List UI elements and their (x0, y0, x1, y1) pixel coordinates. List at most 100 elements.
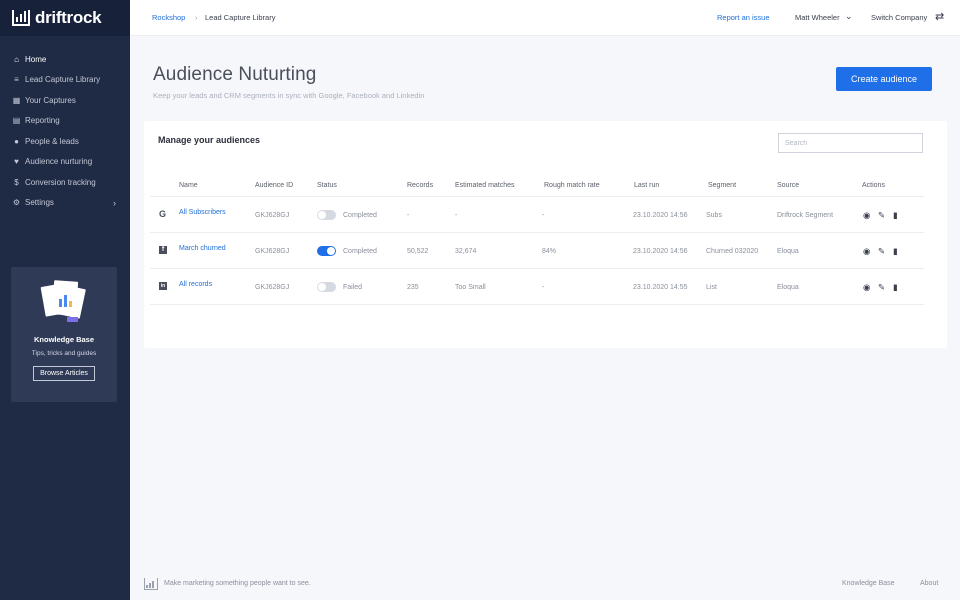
people-icon: ● (14, 136, 19, 146)
footer-about-link[interactable]: About (920, 580, 938, 587)
view-icon[interactable]: ◉ (863, 246, 870, 257)
edit-icon[interactable]: ✎ (878, 282, 885, 293)
segment: Subs (706, 212, 722, 219)
sidebar-item-label: Lead Capture Library (25, 75, 101, 85)
filter-icon: ≡ (14, 75, 19, 85)
sidebar-item-label: Your Captures (25, 95, 76, 105)
source: Eloqua (777, 248, 799, 255)
source: Driftrock Segment (777, 212, 834, 219)
grid-icon: ▦ (12, 95, 21, 105)
gear-icon: ⚙ (12, 198, 21, 208)
edit-icon[interactable]: ✎ (878, 210, 885, 221)
status-toggle[interactable] (317, 210, 336, 220)
report-issue-link[interactable]: Report an issue (717, 13, 770, 22)
column-header-actions: Actions (862, 182, 885, 189)
dollar-icon: $ (14, 177, 19, 187)
column-header-source: Source (777, 182, 800, 189)
rough-match-rate: 84% (542, 248, 557, 255)
audience-id: GKJ628GJ (255, 212, 290, 219)
audience-id: GKJ628GJ (255, 248, 290, 255)
sidebar-item-people-leads[interactable]: ● People & leads (0, 131, 130, 152)
view-icon[interactable]: ◉ (863, 210, 870, 221)
status-text: Failed (343, 284, 363, 291)
sidebar-item-lead-capture-library[interactable]: ≡ Lead Capture Library (0, 70, 130, 91)
sidebar-item-conversion-tracking[interactable]: $ Conversion tracking (0, 172, 130, 193)
audience-name-link[interactable]: March churned (179, 245, 226, 252)
records: 50,522 (407, 248, 429, 255)
estimated-matches: - (455, 212, 458, 219)
column-header-segment: Segment (708, 182, 737, 189)
knowledge-base-subtitle: Tips, tricks and guides (31, 350, 97, 357)
audience-id: GKJ628GJ (255, 284, 290, 291)
sidebar-item-settings[interactable]: ⚙ Settings › (0, 193, 130, 214)
knowledge-base-title: Knowledge Base (33, 335, 94, 344)
chevron-down-icon[interactable]: ⌄ (845, 11, 853, 22)
last-run: 23.10.2020 14:56 (633, 212, 688, 219)
segment: Churned 032020 (706, 248, 759, 255)
records: - (407, 212, 410, 219)
sidebar-item-reporting[interactable]: ▤ Reporting (0, 111, 130, 132)
sidebar-item-your-captures[interactable]: ▦ Your Captures (0, 90, 130, 111)
source: Eloqua (777, 284, 799, 291)
column-header-audience-id: Audience ID (255, 182, 294, 189)
sidebar-item-label: Home (25, 54, 47, 64)
sidebar-nav: ⌂ Home ≡ Lead Capture Library ▦ Your Cap… (0, 36, 130, 213)
sidebar-item-audience-nurturing[interactable]: ♥ Audience nurturing (0, 152, 130, 173)
sidebar-item-label: Reporting (25, 116, 60, 126)
page-title: Audience Nuturting (153, 64, 317, 85)
rough-match-rate: - (542, 284, 545, 291)
footer-knowledge-base-link[interactable]: Knowledge Base (842, 580, 895, 587)
switch-arrows-icon[interactable]: ⇄ (935, 10, 944, 23)
sidebar-item-label: Audience nurturing (25, 157, 93, 167)
last-run: 23.10.2020 14:56 (633, 248, 688, 255)
browse-articles-button[interactable]: Browse Articles (33, 366, 95, 381)
switch-company-link[interactable]: Switch Company (871, 13, 927, 22)
column-header-estimated-matches: Estimated matches (455, 182, 515, 189)
sidebar: driftrock ⌂ Home ≡ Lead Capture Library … (0, 0, 130, 600)
status-toggle[interactable] (317, 246, 336, 256)
estimated-matches: 32,674 (455, 248, 477, 255)
column-header-status: Status (317, 182, 337, 189)
status-text: Completed (343, 212, 377, 219)
chevron-right-icon: › (113, 197, 116, 208)
linkedin-icon: in (159, 282, 167, 290)
estimated-matches: Too Small (455, 284, 486, 291)
sidebar-item-label: Conversion tracking (25, 177, 96, 187)
view-icon[interactable]: ◉ (863, 282, 870, 293)
delete-icon[interactable]: ▮ (893, 246, 898, 257)
edit-icon[interactable]: ✎ (878, 246, 885, 257)
table-row: G All Subscribers GKJ628GJ Completed - -… (150, 197, 924, 233)
table-header: Name Audience ID Status Records Estimate… (150, 177, 924, 197)
rough-match-rate: - (542, 212, 545, 219)
footer-tagline: Make marketing something people want to … (164, 580, 311, 587)
google-icon: G (159, 209, 167, 219)
column-header-last-run: Last run (634, 182, 660, 189)
logo-text: driftrock (35, 8, 102, 27)
delete-icon[interactable]: ▮ (893, 210, 898, 221)
column-header-rough-match-rate: Rough match rate (544, 182, 600, 189)
footer-logo-icon (144, 578, 158, 590)
column-header-name: Name (179, 182, 198, 189)
audiences-card: Manage your audiences Name Audience ID S… (144, 121, 947, 348)
delete-icon[interactable]: ▮ (893, 282, 898, 293)
logo[interactable]: driftrock (0, 0, 130, 36)
create-audience-button[interactable]: Create audience (836, 67, 932, 91)
sidebar-item-home[interactable]: ⌂ Home (0, 49, 130, 70)
table-row: f March churned GKJ628GJ Completed 50,52… (150, 233, 924, 269)
table-row: in All records GKJ628GJ Failed 235 Too S… (150, 269, 924, 305)
segment: List (706, 284, 717, 291)
last-run: 23.10.2020 14:55 (633, 284, 688, 291)
audience-name-link[interactable]: All Subscribers (179, 209, 226, 216)
breadcrumb-current: Lead Capture Library (205, 13, 276, 22)
card-title: Manage your audiences (158, 135, 261, 145)
knowledge-base-illustration (39, 279, 89, 325)
status-toggle[interactable] (317, 282, 336, 292)
page-subtitle: Keep your leads and CRM segments in sync… (153, 91, 425, 100)
logo-icon (12, 10, 30, 26)
search-input[interactable] (778, 133, 923, 153)
audience-name-link[interactable]: All records (179, 281, 212, 288)
user-menu[interactable]: Matt Wheeler (795, 13, 840, 22)
breadcrumb-rockshop[interactable]: Rockshop (152, 13, 185, 22)
facebook-icon: f (159, 246, 167, 254)
topbar: Rockshop › Lead Capture Library Report a… (130, 0, 960, 36)
